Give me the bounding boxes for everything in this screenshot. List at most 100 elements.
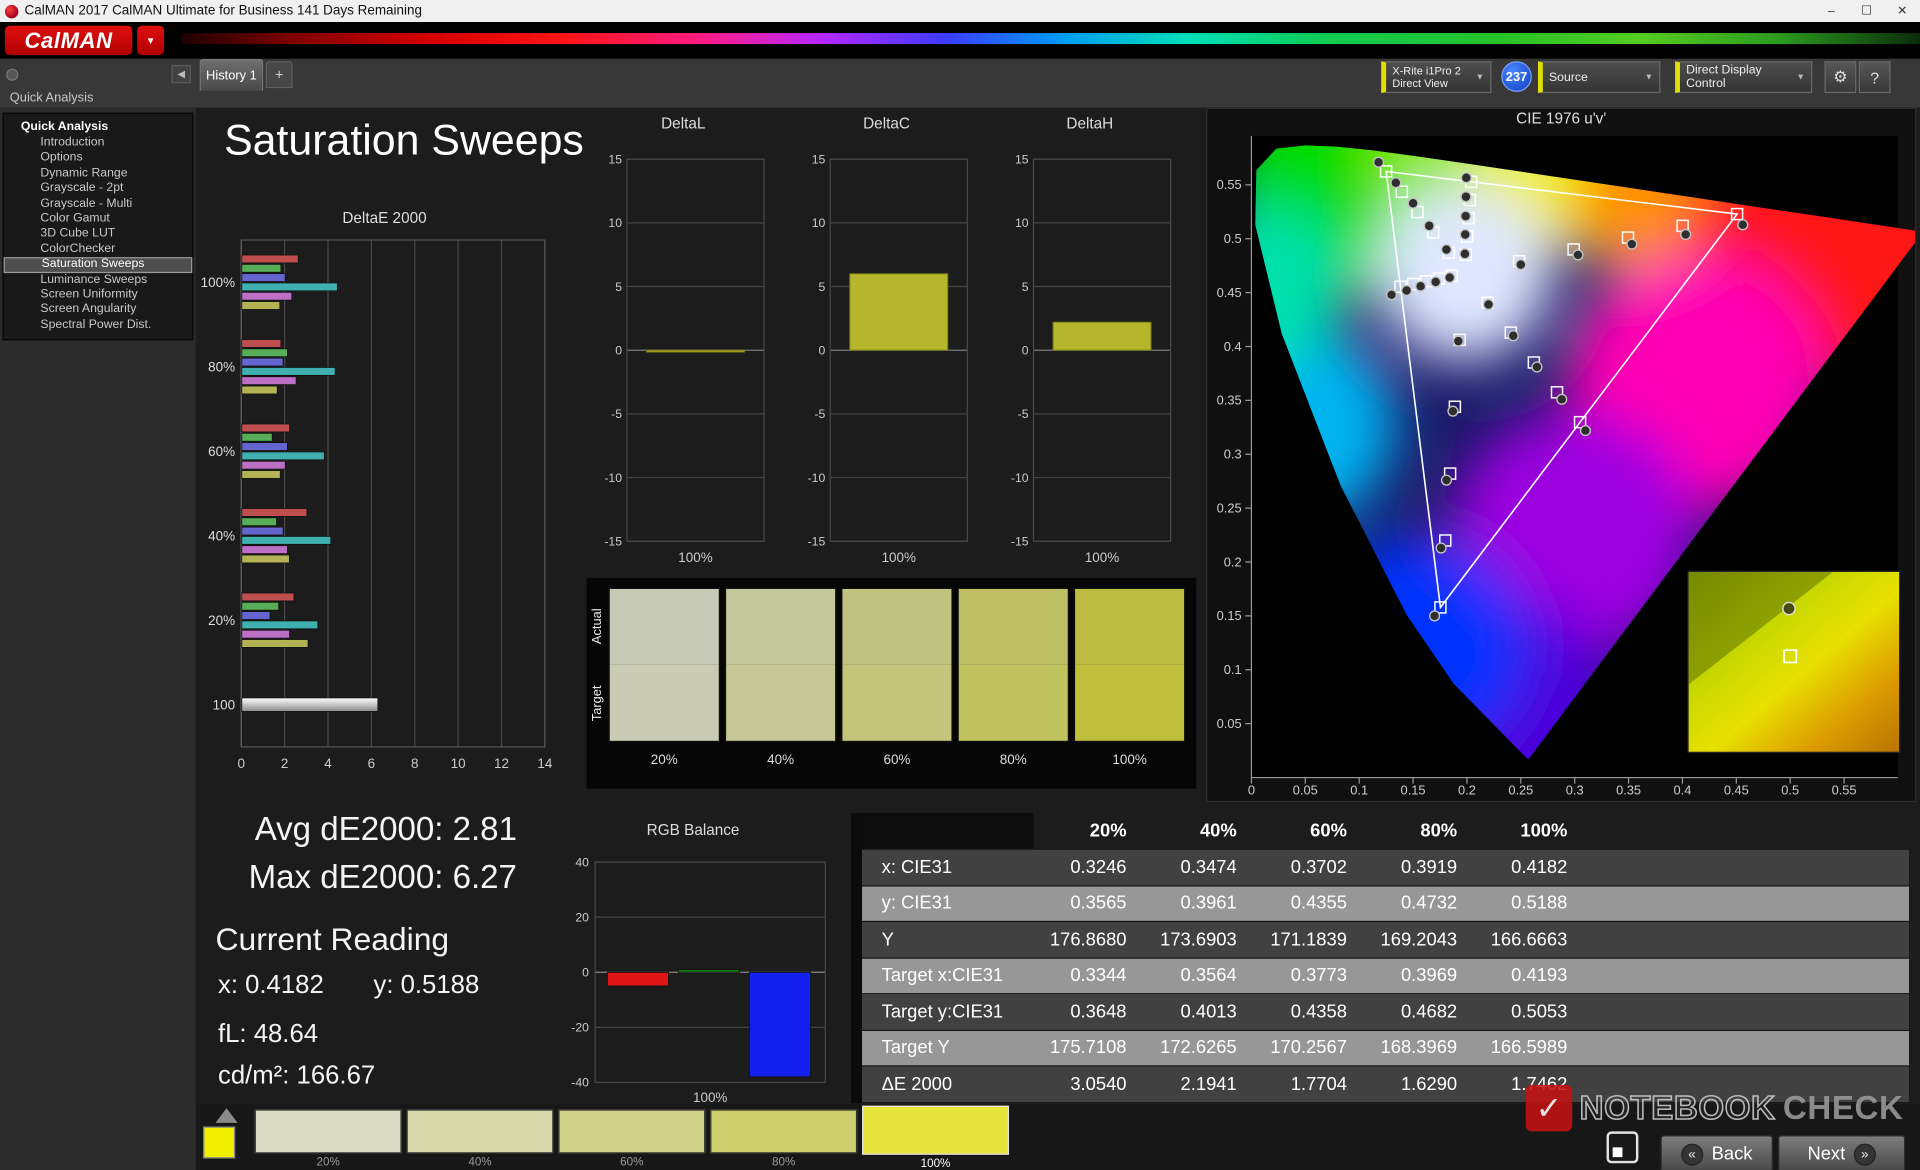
target-row-label: Target bbox=[590, 685, 605, 722]
sidebar-item-grayscale-multi[interactable]: Grayscale - Multi bbox=[4, 197, 193, 212]
triangle-icon bbox=[215, 1108, 238, 1123]
svg-text:4: 4 bbox=[324, 756, 332, 771]
sidebar-item-3d-cube-lut[interactable]: 3D Cube LUT bbox=[4, 227, 193, 242]
rgb-plot: 40 20 0 -20 -40 100% bbox=[571, 855, 826, 1105]
bottom-patch-40%[interactable]: 40% bbox=[406, 1109, 554, 1169]
avg-de2000: Avg dE2000: 2.81 bbox=[254, 810, 517, 848]
current-fl: fL: 48.64 bbox=[217, 1020, 319, 1049]
svg-text:0.3: 0.3 bbox=[1224, 447, 1242, 462]
chevron-down-icon: ▼ bbox=[1796, 72, 1805, 82]
svg-text:100%: 100% bbox=[201, 275, 235, 290]
rainbow-gradient bbox=[181, 33, 1920, 45]
window-title: CalMAN 2017 CalMAN Ultimate for Business… bbox=[24, 3, 423, 19]
svg-text:10: 10 bbox=[451, 756, 466, 771]
deltae2000-plot: 0 2 4 6 8 10 12 14 100% 80% 60% 40% 20% 100 bbox=[201, 239, 553, 771]
svg-text:0.4: 0.4 bbox=[1674, 783, 1692, 796]
sidebar-item-introduction[interactable]: Introduction bbox=[4, 136, 193, 151]
chart-title: CIE 1976 u'v' bbox=[1516, 110, 1607, 128]
source-dropdown[interactable]: Source ▼ bbox=[1537, 61, 1661, 94]
sidebar-item-saturation-sweeps[interactable]: Saturation Sweeps bbox=[3, 257, 193, 273]
tab-history-1[interactable]: History 1 bbox=[199, 58, 264, 91]
svg-text:-10: -10 bbox=[604, 471, 622, 485]
panel-menu-button[interactable] bbox=[6, 68, 19, 81]
current-y: y: 0.5188 bbox=[373, 971, 480, 1000]
maximize-button[interactable]: ☐ bbox=[1849, 0, 1885, 22]
deltac-chart: DeltaC 15 10 5 0 -5 -10 -15 100% bbox=[793, 115, 979, 574]
actual-row-label: Actual bbox=[590, 608, 605, 645]
swatch-strip-patches: 20% 40% 60% 80% 100% bbox=[608, 578, 1186, 789]
swatch-60%: 60% bbox=[841, 587, 953, 789]
sidebar-item-screen-uniformity[interactable]: Screen Uniformity bbox=[4, 288, 193, 303]
sidebar-item-color-gamut[interactable]: Color Gamut bbox=[4, 212, 193, 227]
saturation-swatch-strip: Actual Target 20% 40% 60% 80% 100% bbox=[586, 577, 1197, 789]
svg-text:10: 10 bbox=[1015, 216, 1029, 230]
svg-text:20%: 20% bbox=[208, 613, 235, 628]
sidebar-item-luminance-sweeps[interactable]: Luminance Sweeps bbox=[4, 273, 193, 288]
svg-text:14: 14 bbox=[537, 756, 552, 771]
bottom-patch-60%[interactable]: 60% bbox=[558, 1109, 706, 1169]
meter-dropdown[interactable]: X-Rite i1Pro 2 Direct View ▼ bbox=[1381, 61, 1492, 94]
svg-text:0.55: 0.55 bbox=[1832, 783, 1857, 796]
close-button[interactable]: ✕ bbox=[1884, 0, 1920, 22]
sidebar-item-colorchecker[interactable]: ColorChecker bbox=[4, 242, 193, 257]
back-arrows-icon: « bbox=[1680, 1143, 1704, 1166]
svg-text:10: 10 bbox=[812, 216, 826, 230]
bottom-patch-20%[interactable]: 20% bbox=[254, 1109, 402, 1169]
sidebar-tree-items: Introduction Options Dynamic Range Grayscal… bbox=[3, 136, 193, 333]
chart-title: DeltaC bbox=[863, 115, 910, 133]
help-button[interactable]: ? bbox=[1858, 61, 1891, 94]
sidebar-item-spectral-power-dist[interactable]: Spectral Power Dist. bbox=[4, 318, 193, 333]
back-label: Back bbox=[1711, 1143, 1753, 1165]
svg-text:60%: 60% bbox=[208, 444, 235, 459]
screenshot-root: CalMAN 2017 CalMAN Ultimate for Business… bbox=[0, 0, 1920, 1170]
svg-text:0.1: 0.1 bbox=[1350, 783, 1368, 796]
bottom-patch-100%[interactable]: 100% bbox=[862, 1105, 1009, 1170]
svg-text:0: 0 bbox=[582, 966, 589, 980]
current-cdm2: cd/m²: 166.67 bbox=[217, 1061, 376, 1090]
tab-bar: ◀ History 1 + X-Rite i1Pro 2 Direct View… bbox=[0, 58, 1920, 109]
display-window-button[interactable] bbox=[1606, 1131, 1639, 1164]
table-row: ΔE 2000 3.0540 2.1941 1.7704 1.6290 1.7462 bbox=[862, 1066, 1909, 1103]
svg-text:20: 20 bbox=[575, 910, 589, 924]
svg-text:0.2: 0.2 bbox=[1224, 554, 1242, 569]
next-button[interactable]: Next » bbox=[1777, 1135, 1906, 1170]
current-reading-heading: Current Reading bbox=[215, 920, 450, 958]
table-row: Y 176.8680 173.6903 171.1839 169.2043 166.666… bbox=[862, 922, 1909, 959]
sidebar-item-grayscale-2pt[interactable]: Grayscale - 2pt bbox=[4, 181, 193, 196]
svg-text:0.5: 0.5 bbox=[1224, 231, 1242, 246]
svg-text:0.3: 0.3 bbox=[1566, 783, 1584, 796]
measurement-table: 20% 40% 60% 80% 100% x: CIE31 0.3246 0.3474 0.37… bbox=[851, 813, 1909, 1103]
display-control-label: Direct Display Control bbox=[1686, 63, 1762, 91]
svg-text:-15: -15 bbox=[808, 535, 826, 549]
new-tab-button[interactable]: + bbox=[265, 61, 293, 89]
sidebar-item-quick-analysis[interactable]: Quick Analysis bbox=[4, 118, 193, 136]
bottom-patch-80%[interactable]: 80% bbox=[710, 1109, 858, 1169]
svg-text:0.35: 0.35 bbox=[1217, 393, 1242, 408]
sidebar-item-dynamic-range[interactable]: Dynamic Range bbox=[4, 166, 193, 181]
logo-menu-button[interactable]: ▼ bbox=[137, 25, 165, 56]
back-button[interactable]: « Back bbox=[1660, 1135, 1774, 1170]
swatch-100%: 100% bbox=[1073, 587, 1186, 789]
svg-text:100: 100 bbox=[213, 698, 235, 713]
svg-text:0.1: 0.1 bbox=[1224, 662, 1242, 677]
display-control-dropdown[interactable]: Direct Display Control ▼ bbox=[1675, 61, 1813, 94]
svg-text:100%: 100% bbox=[678, 550, 712, 565]
patch-overview-button[interactable] bbox=[203, 1107, 250, 1168]
chart-title: DeltaE 2000 bbox=[342, 209, 427, 227]
table-row: Target y:CIE31 0.3648 0.4013 0.4358 0.4682 0.… bbox=[862, 994, 1909, 1031]
settings-button[interactable]: ⚙ bbox=[1824, 61, 1857, 94]
svg-text:-5: -5 bbox=[611, 407, 622, 421]
minimize-button[interactable]: – bbox=[1813, 0, 1849, 22]
table-row: Target Y 175.7108 172.6265 170.2567 168.3969… bbox=[862, 1030, 1909, 1067]
svg-text:5: 5 bbox=[615, 280, 622, 294]
yellow-patch-icon bbox=[203, 1126, 236, 1159]
svg-text:6: 6 bbox=[368, 756, 375, 771]
deltae2000-chart: DeltaE 2000 0 2 4 6 8 10 12 14 100% 80% 60% 40% 20% 1… bbox=[200, 208, 570, 781]
sidebar-collapse-button[interactable]: ◀ bbox=[171, 64, 192, 84]
next-arrows-icon: » bbox=[1853, 1143, 1876, 1166]
next-label: Next bbox=[1807, 1143, 1846, 1165]
cie-diagram: CIE 1976 u'v' 0 0.05 0.1 0.15 0.2 0.25 0.3 0.35… bbox=[1206, 107, 1920, 803]
sidebar-item-options[interactable]: Options bbox=[4, 151, 193, 166]
sidebar-item-screen-angularity[interactable]: Screen Angularity bbox=[4, 303, 193, 318]
calman-window: CalMAN 2017 CalMAN Ultimate for Business… bbox=[0, 0, 1920, 1170]
